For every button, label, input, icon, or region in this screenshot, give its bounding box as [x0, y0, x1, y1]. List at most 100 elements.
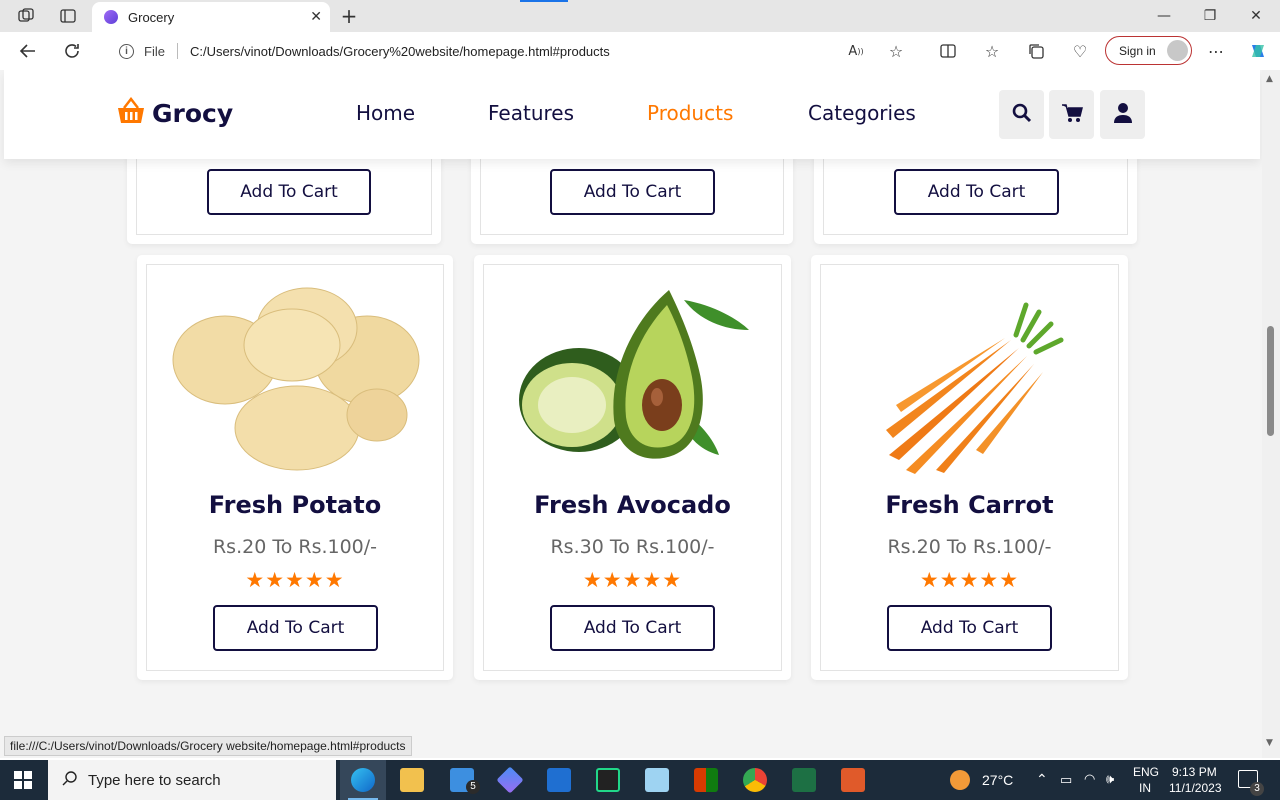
- weather-temp: 27°C: [982, 772, 1014, 788]
- address-separator: [176, 43, 178, 59]
- nav-home[interactable]: Home: [356, 101, 415, 125]
- copilot-icon[interactable]: [1247, 40, 1269, 62]
- product-card-carrot: Fresh Carrot Rs.20 To Rs.100/- ★★★★★ Add…: [811, 255, 1128, 680]
- shopping-cart-icon: [1061, 103, 1083, 127]
- add-to-cart-button[interactable]: Add To Cart: [550, 605, 715, 651]
- product-price: Rs.20 To Rs.100/-: [212, 536, 378, 558]
- search-icon: [1012, 103, 1032, 127]
- product-card-potato: Fresh Potato Rs.20 To Rs.100/- ★★★★★ Add…: [137, 255, 453, 680]
- favorite-star-icon[interactable]: ☆: [885, 40, 907, 62]
- refresh-icon[interactable]: [61, 40, 83, 62]
- star-icon: ★: [602, 568, 623, 592]
- collections-icon[interactable]: [1025, 40, 1047, 62]
- product-name: Fresh Potato: [208, 491, 382, 519]
- clock-date[interactable]: 11/1/2023: [1169, 781, 1222, 795]
- address-url[interactable]: C:/Users/vinot/Downloads/Grocery%20websi…: [190, 44, 610, 59]
- rating-stars: ★★★★★: [474, 568, 791, 592]
- taskbar-search-box[interactable]: Type here to search: [48, 760, 336, 800]
- sign-in-button[interactable]: Sign in: [1105, 36, 1192, 65]
- browser-tab-bar: Grocery ✕ + — ❐ ✕: [0, 0, 1280, 32]
- tab-title: Grocery: [128, 9, 175, 25]
- favorites-icon[interactable]: ☆: [981, 40, 1003, 62]
- taskbar-edge-active[interactable]: [340, 760, 386, 800]
- star-icon: ★: [662, 568, 683, 592]
- taskbar-search-placeholder: Type here to search: [88, 771, 221, 789]
- scrollbar-thumb[interactable]: [1267, 326, 1274, 436]
- back-icon[interactable]: [17, 40, 39, 62]
- show-hidden-icons[interactable]: ⌃: [1036, 771, 1048, 788]
- tab-favicon-icon: [104, 10, 118, 24]
- file-explorer-icon[interactable]: [400, 768, 424, 792]
- language-bottom[interactable]: IN: [1139, 781, 1151, 795]
- nav-products[interactable]: Products: [647, 101, 733, 125]
- browser-toolbar: i File C:/Users/vinot/Downloads/Grocery%…: [0, 32, 1280, 70]
- windows-start-icon[interactable]: [14, 771, 32, 793]
- volume-icon[interactable]: 🕪: [1106, 771, 1114, 787]
- copilot-taskbar-icon[interactable]: [496, 766, 524, 794]
- close-window-icon[interactable]: ✕: [1233, 0, 1279, 32]
- tab-grocery[interactable]: Grocery ✕: [92, 2, 330, 32]
- weather-icon[interactable]: [950, 770, 970, 790]
- add-to-cart-button[interactable]: Add To Cart: [207, 169, 371, 215]
- pycharm-icon[interactable]: [596, 768, 620, 792]
- page-viewport: Grocy Home Features Products Categories …: [0, 70, 1262, 758]
- battery-icon[interactable]: ▭: [1060, 772, 1072, 788]
- sign-in-label: Sign in: [1119, 43, 1156, 58]
- edge-icon: [351, 768, 375, 792]
- read-aloud-icon[interactable]: A)): [845, 40, 867, 62]
- excel-icon[interactable]: [792, 768, 816, 792]
- star-icon: ★: [959, 568, 980, 592]
- close-tab-icon[interactable]: ✕: [310, 9, 322, 25]
- potato-image: [172, 287, 420, 471]
- add-to-cart-button[interactable]: Add To Cart: [213, 605, 378, 651]
- page-scrollbar[interactable]: ▲ ▼: [1262, 70, 1280, 758]
- store-icon[interactable]: [547, 768, 571, 792]
- star-icon: ★: [642, 568, 663, 592]
- split-screen-icon[interactable]: [937, 40, 959, 62]
- shopping-basket-icon: [116, 96, 146, 129]
- add-to-cart-button[interactable]: Add To Cart: [550, 169, 715, 215]
- account-button[interactable]: [1100, 90, 1145, 139]
- browser-essentials-icon[interactable]: ♡: [1069, 40, 1091, 62]
- notepad-icon[interactable]: [645, 768, 669, 792]
- site-logo[interactable]: Grocy: [116, 96, 233, 129]
- restore-icon[interactable]: ❐: [1187, 0, 1233, 32]
- scroll-down-icon[interactable]: ▼: [1266, 738, 1273, 748]
- workspaces-icon[interactable]: [15, 6, 37, 26]
- language-top[interactable]: ENG: [1133, 765, 1159, 779]
- add-to-cart-button[interactable]: Add To Cart: [887, 605, 1052, 651]
- clock-time[interactable]: 9:13 PM: [1172, 765, 1217, 779]
- info-icon[interactable]: i: [119, 43, 134, 59]
- user-icon: [1113, 102, 1132, 127]
- tab-actions-icon[interactable]: [57, 6, 79, 26]
- add-to-cart-button[interactable]: Add To Cart: [894, 169, 1059, 215]
- star-icon: ★: [582, 568, 603, 592]
- address-scheme-label: File: [144, 43, 165, 59]
- star-icon: ★: [304, 568, 325, 592]
- new-tab-icon[interactable]: +: [338, 4, 360, 28]
- minimize-icon[interactable]: —: [1141, 0, 1187, 32]
- office-icon[interactable]: [694, 768, 718, 792]
- wifi-icon[interactable]: ◠: [1084, 771, 1095, 787]
- status-bar-url: file:///C:/Users/vinot/Downloads/Grocery…: [4, 736, 412, 756]
- product-name: Fresh Avocado: [534, 491, 731, 519]
- address-bar[interactable]: i File C:/Users/vinot/Downloads/Grocery%…: [102, 36, 918, 66]
- app-icon[interactable]: [841, 768, 865, 792]
- avocado-image: [519, 290, 749, 459]
- more-options-icon[interactable]: ⋯: [1205, 40, 1227, 62]
- star-icon: ★: [979, 568, 1000, 592]
- cart-button[interactable]: [1049, 90, 1094, 139]
- notification-count: 3: [1250, 782, 1264, 796]
- product-price: Rs.20 To Rs.100/-: [887, 536, 1052, 558]
- search-button[interactable]: [999, 90, 1044, 139]
- product-card-avocado: Fresh Avocado Rs.30 To Rs.100/- ★★★★★ Ad…: [474, 255, 791, 680]
- product-price: Rs.30 To Rs.100/-: [550, 536, 715, 558]
- loading-indicator: [520, 0, 568, 2]
- nav-categories[interactable]: Categories: [808, 101, 916, 125]
- scroll-up-icon[interactable]: ▲: [1266, 74, 1273, 84]
- star-icon: ★: [324, 568, 345, 592]
- product-name: Fresh Carrot: [885, 491, 1054, 519]
- star-icon: ★: [919, 568, 940, 592]
- chrome-icon[interactable]: [743, 768, 767, 792]
- nav-features[interactable]: Features: [488, 101, 574, 125]
